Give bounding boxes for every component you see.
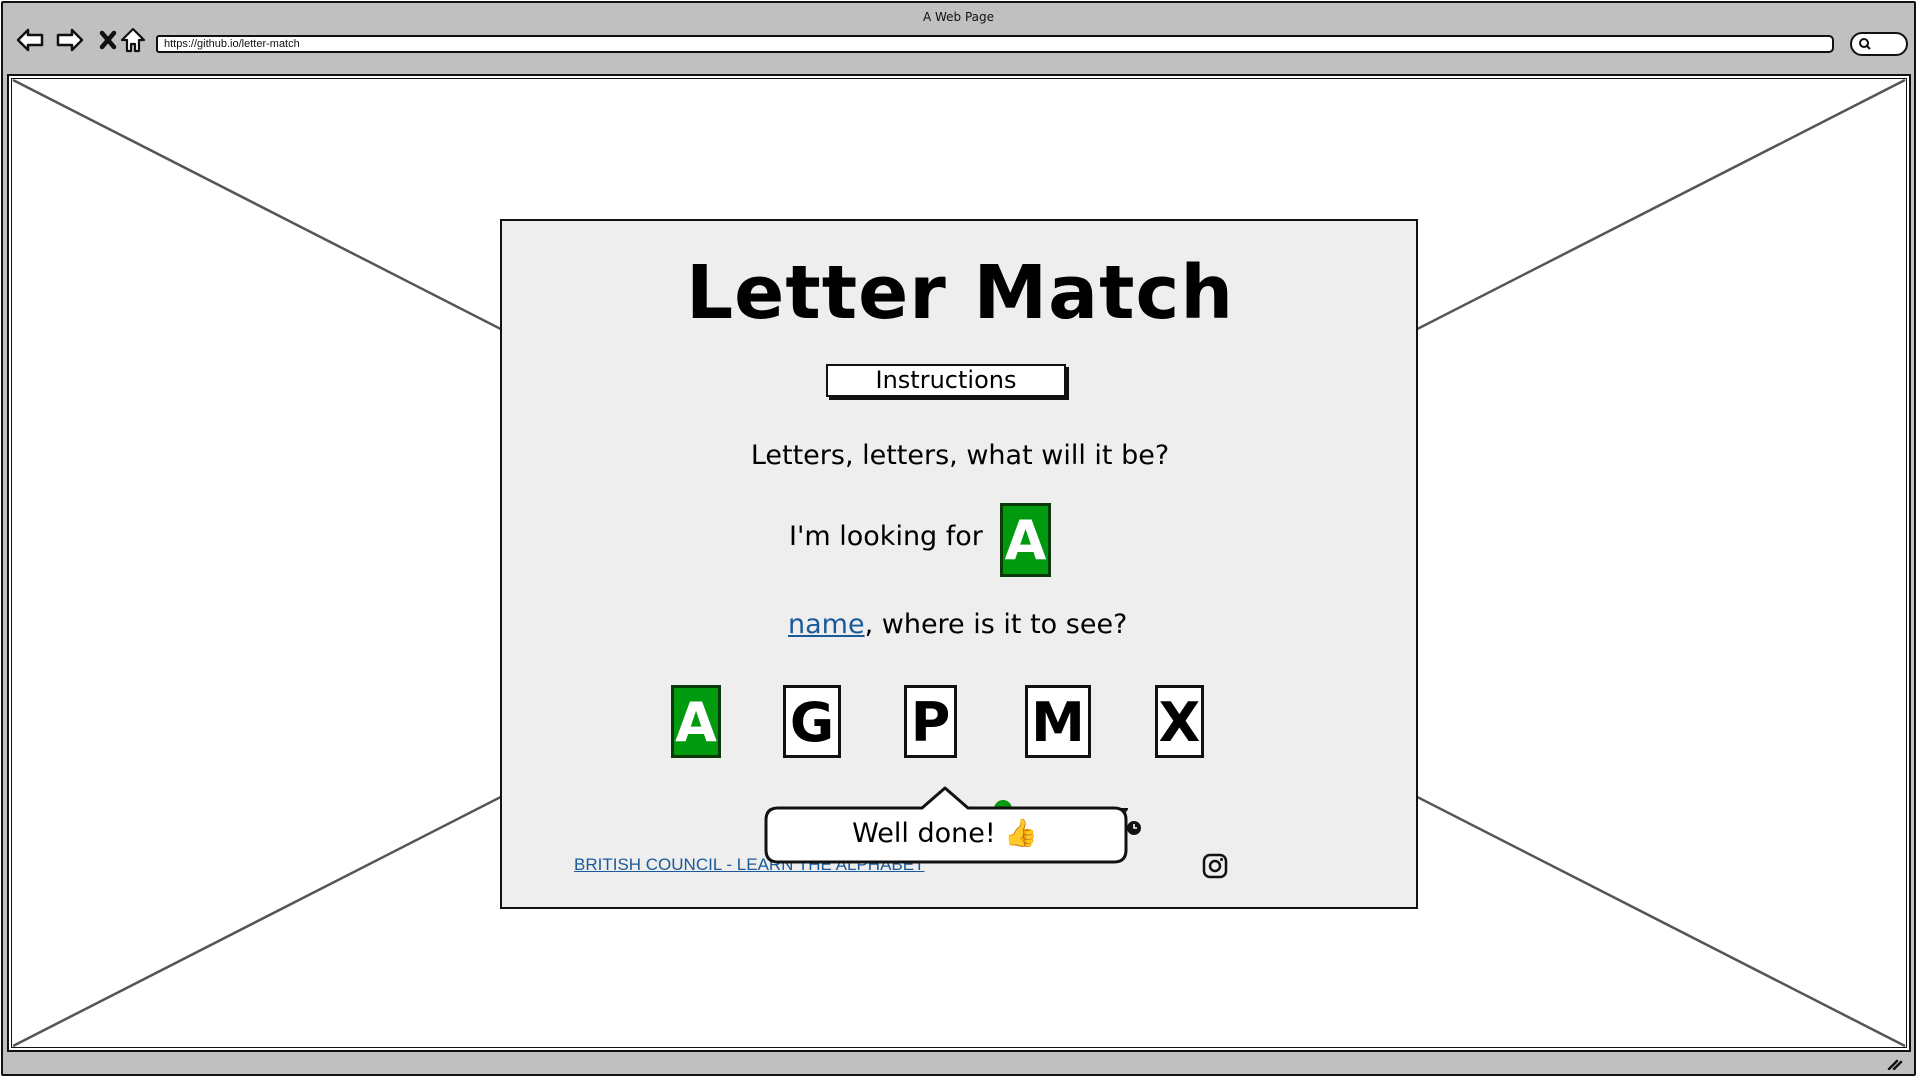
resize-grip-icon[interactable] xyxy=(1887,1056,1903,1070)
back-icon[interactable] xyxy=(15,25,45,55)
page-title: Letter Match xyxy=(685,250,1235,336)
letter-choice-card[interactable]: M xyxy=(1025,685,1091,758)
forward-icon[interactable] xyxy=(55,25,85,55)
instagram-icon[interactable] xyxy=(1201,852,1229,880)
window-title: A Web Page xyxy=(922,10,995,24)
target-letter-card: A xyxy=(1000,503,1051,577)
letter-choice-card[interactable]: A xyxy=(671,685,721,758)
search-box[interactable] xyxy=(1850,32,1908,56)
url-bar[interactable]: https://github.io/letter-match xyxy=(156,35,1834,53)
looking-for-label: I'm looking for xyxy=(789,521,983,552)
riddle-line-1: Letters, letters, what will it be? xyxy=(750,440,1170,471)
feedback-message: Well done! 👍 xyxy=(852,818,1038,849)
letter-choice-card[interactable]: G xyxy=(783,685,841,758)
riddle-line-2-text: , where is it to see? xyxy=(864,609,1128,640)
letter-choice-card[interactable]: P xyxy=(904,685,957,758)
player-name-link[interactable]: name xyxy=(788,609,865,640)
home-icon[interactable] xyxy=(118,25,148,55)
riddle-line-2: name, where is it to see? xyxy=(788,609,1127,640)
letter-choice-card[interactable]: X xyxy=(1155,685,1204,758)
status-bar xyxy=(7,1052,1911,1074)
instructions-button[interactable]: Instructions xyxy=(826,364,1066,397)
search-icon xyxy=(1859,38,1871,50)
